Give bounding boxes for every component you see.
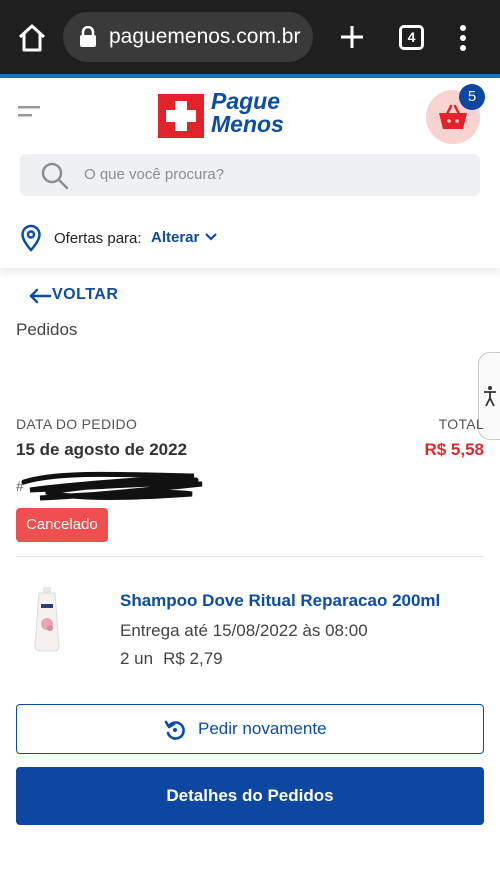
quantity-price: 2 un R$ 2,79 bbox=[120, 649, 233, 669]
hamburger-menu-icon[interactable] bbox=[18, 106, 42, 120]
change-location-link[interactable]: Alterar bbox=[151, 229, 199, 246]
cart-count-badge: 5 bbox=[459, 84, 485, 110]
address-bar[interactable]: paguemenos.com.br bbox=[63, 12, 313, 62]
status-badge: Cancelado bbox=[16, 508, 108, 542]
item-quantity: 2 un bbox=[120, 649, 154, 668]
product-image[interactable] bbox=[30, 586, 64, 652]
search-icon bbox=[41, 162, 69, 190]
order-total-value: R$ 5,58 bbox=[424, 440, 484, 459]
home-icon[interactable] bbox=[16, 22, 48, 54]
reorder-icon bbox=[164, 720, 185, 740]
delivery-info: Entrega até 15/08/2022 às 08:00 bbox=[120, 621, 368, 640]
back-label: VOLTAR bbox=[52, 286, 119, 303]
order-total-label: TOTAL bbox=[438, 416, 484, 432]
lock-icon bbox=[80, 26, 96, 47]
reorder-button[interactable]: Pedir novamente bbox=[16, 704, 484, 754]
url-text: paguemenos.com.br bbox=[109, 25, 301, 48]
pague-menos-logo[interactable]: Pague Menos bbox=[158, 88, 318, 142]
site-header: Pague Menos 5 O que você procura? Oferta… bbox=[0, 78, 500, 268]
tab-switcher-button[interactable]: 4 bbox=[399, 25, 424, 50]
divider bbox=[16, 556, 484, 557]
redaction-scribble bbox=[21, 471, 203, 501]
item-unit-price: R$ 2,79 bbox=[163, 649, 223, 668]
accessibility-icon bbox=[484, 386, 496, 407]
search-input[interactable]: O que você procura? bbox=[20, 154, 480, 196]
new-tab-icon[interactable] bbox=[337, 22, 367, 52]
arrow-left-icon bbox=[29, 288, 52, 304]
page-title: Pedidos bbox=[16, 320, 78, 339]
logo-cross-icon bbox=[158, 94, 204, 138]
logo-text: Pague Menos bbox=[211, 88, 284, 137]
order-number: # bbox=[16, 468, 206, 502]
location-pin-icon bbox=[21, 224, 41, 252]
search-placeholder: O que você procura? bbox=[84, 166, 225, 183]
chevron-down-icon bbox=[205, 233, 217, 241]
more-vertical-icon[interactable] bbox=[457, 24, 469, 52]
order-date-value: 15 de agosto de 2022 bbox=[16, 440, 188, 459]
order-details-button[interactable]: Detalhes do Pedidos bbox=[16, 767, 484, 825]
offers-label: Ofertas para: bbox=[54, 230, 142, 247]
order-date-label: DATA DO PEDIDO bbox=[16, 416, 138, 432]
basket-icon bbox=[439, 104, 467, 129]
product-name-link[interactable]: Shampoo Dove Ritual Reparacao 200ml bbox=[120, 591, 440, 611]
browser-toolbar: paguemenos.com.br 4 bbox=[0, 0, 500, 74]
reorder-label: Pedir novamente bbox=[198, 719, 327, 738]
